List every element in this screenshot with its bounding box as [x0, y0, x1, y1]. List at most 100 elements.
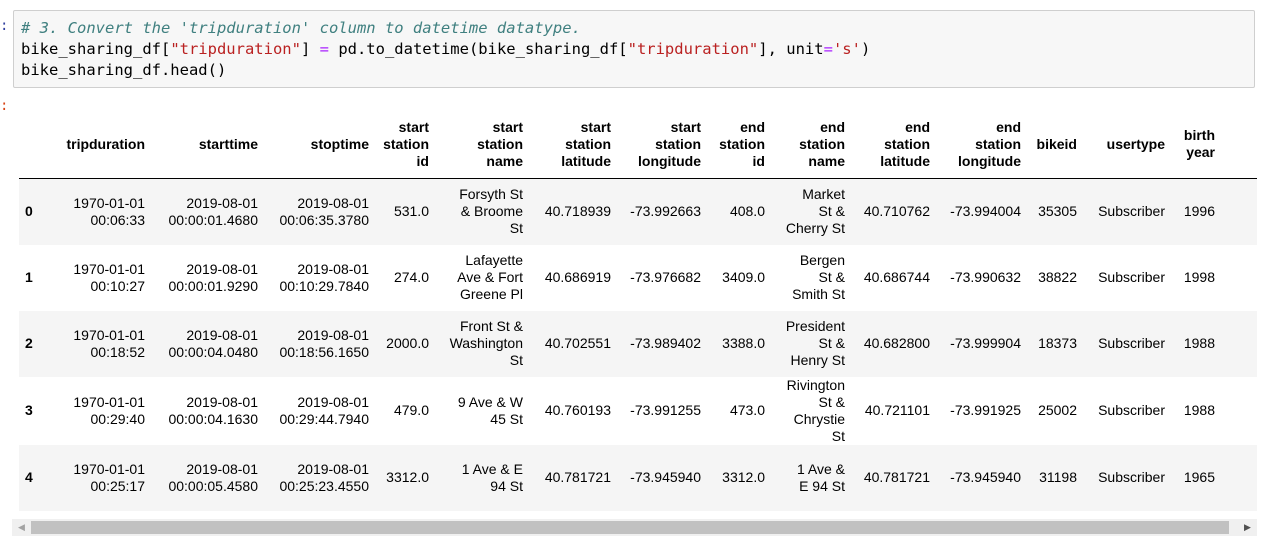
column-header: usertype [1083, 110, 1171, 179]
cell-text-line: bikeid [1036, 135, 1077, 152]
column-header: start station latitude [529, 110, 617, 179]
cell-text-line: 00:25:23.4550 [279, 477, 369, 494]
cell-text-line: starttime [198, 135, 258, 152]
cell-text-line: station [655, 135, 701, 152]
cell-text-line: 1 Ave & E [461, 460, 523, 477]
column-header: end station longitude [936, 110, 1027, 179]
table-cell: 2019-08-01 00:29:44.7940 [264, 377, 375, 445]
cell-text-line: 3312.0 [722, 469, 765, 485]
table-cell [1221, 245, 1257, 311]
table-cell: 473.0 [707, 377, 771, 445]
cell-text-line: station [565, 135, 611, 152]
cell-text-line: 1970-01-01 [73, 393, 145, 410]
cell-text-line: -73.945940 [950, 469, 1021, 485]
code-operator: = [823, 40, 833, 58]
cell-text-line: start [492, 118, 523, 135]
cell-text-line: 1988 [1183, 335, 1215, 351]
column-header: start station id [375, 110, 435, 179]
table-cell: Subscriber [1083, 377, 1171, 445]
table-cell: 40.721101 [851, 377, 936, 445]
column-header: tripduration [45, 110, 151, 179]
cell-text-line: 40.702551 [544, 335, 611, 351]
cell-text-line: 40.760193 [544, 402, 611, 418]
cell-text-line: 00:25:17 [90, 477, 146, 494]
table-cell: 2019-08-01 00:00:01.4680 [151, 179, 264, 245]
table-cell: 1988 [1171, 311, 1221, 377]
table-cell: 40.781721 [529, 445, 617, 511]
dataframe-table: tripduration starttime stoptime start statio… [19, 110, 1257, 511]
table-cell: -73.945940 [617, 445, 707, 511]
row-index: 3 [25, 402, 33, 418]
cell-text-line: 3409.0 [722, 269, 765, 285]
dataframe-output: tripduration starttime stoptime start statio… [19, 110, 1257, 520]
table-cell: Forsyth St & Broome St [435, 179, 529, 245]
table-cell: 31198 [1027, 445, 1083, 511]
cell-text-line: 1965 [1183, 469, 1215, 485]
code-string: "tripduration" [170, 40, 301, 58]
cell-text-line: 40.781721 [863, 469, 930, 485]
scroll-left-arrow-icon[interactable]: ◀ [14, 520, 29, 535]
column-header: end station latitude [851, 110, 936, 179]
table-cell [1221, 179, 1257, 245]
table-cell: 1965 [1171, 445, 1221, 511]
table-cell: 40.682800 [851, 311, 936, 377]
cell-text-line: 2019-08-01 [297, 194, 369, 211]
cell-text-line: 40.686919 [544, 269, 611, 285]
cell-text-line: 9 Ave & W [457, 393, 523, 410]
table-cell [1221, 445, 1257, 511]
cell-text-line: 94 St [490, 477, 523, 494]
code-cell[interactable]: # 3. Convert the 'tripduration' column t… [13, 10, 1255, 88]
table-cell [1221, 377, 1257, 445]
cell-text-line: Subscriber [1098, 269, 1165, 285]
cell-text-line: 00:10:27 [90, 277, 146, 294]
cell-text-line: 2019-08-01 [186, 460, 258, 477]
cell-text-line: -73.999904 [950, 335, 1021, 351]
column-header: starttime [151, 110, 264, 179]
cell-text-line: 1970-01-01 [73, 260, 145, 277]
cell-text-line: -73.992663 [630, 203, 701, 220]
table-cell: 3312.0 [375, 445, 435, 511]
cell-text-line: 479.0 [393, 402, 429, 418]
cell-text-line: 40.682800 [863, 335, 930, 351]
cell-text-line: 2019-08-01 [297, 326, 369, 343]
table-row: 2 1970-01-01 00:18:52 2019-08-01 00:00:04.04… [19, 310, 1257, 377]
scrollbar-thumb[interactable] [31, 521, 1229, 534]
code-line-2: bike_sharing_df["tripduration"] = pd.to_… [21, 40, 870, 58]
cell-text-line: -73.994004 [950, 203, 1021, 220]
cell-text-line: station [719, 135, 765, 152]
cell-text-line: Market [802, 186, 845, 203]
table-cell: 2000.0 [375, 311, 435, 377]
cell-text-line: 2019-08-01 [297, 260, 369, 277]
cell-text-line: station [799, 135, 845, 152]
cell-text-line: longitude [638, 152, 701, 169]
cell-text-line: 40.718939 [544, 203, 611, 220]
cell-text-line: 38822 [1038, 269, 1077, 285]
cell-text-line: E 94 St [799, 477, 845, 494]
table-cell: Market St & Cherry St [771, 179, 851, 245]
table-cell: 408.0 [707, 179, 771, 245]
scroll-right-arrow-icon[interactable]: ▶ [1240, 520, 1255, 535]
table-header: tripduration starttime stoptime start statio… [19, 110, 1257, 179]
cell-text-line: 3388.0 [722, 335, 765, 351]
cell-text-line: St [509, 220, 523, 237]
cell-text-line: start [580, 118, 611, 135]
column-header: gender [1221, 110, 1257, 179]
column-header: end station name [771, 110, 851, 179]
cell-text-line: 408.0 [729, 203, 765, 220]
cell-text-line: id [752, 152, 765, 169]
cell-text-line: -73.990632 [950, 269, 1021, 285]
horizontal-scrollbar[interactable]: ◀ ▶ [12, 519, 1257, 536]
cell-text-line: Ave & Fort [457, 269, 523, 285]
table-cell: 38822 [1027, 245, 1083, 311]
cell-text-line: name [486, 152, 523, 169]
table-cell: 1998 [1171, 245, 1221, 311]
table-cell: -73.994004 [936, 179, 1027, 245]
cell-text-line: 40.686744 [863, 269, 930, 285]
table-cell: Lafayette Ave & Fort Greene Pl [435, 245, 529, 311]
table-cell: 2019-08-01 00:00:05.4580 [151, 445, 264, 511]
table-cell: 2019-08-01 00:06:35.3780 [264, 179, 375, 245]
table-row: 3 1970-01-01 00:29:40 2019-08-01 00:00:04.16… [19, 377, 1257, 445]
cell-text-line: 1996 [1183, 203, 1215, 220]
cell-text-line: 1970-01-01 [73, 326, 145, 343]
cell-text-line: id [416, 152, 429, 169]
